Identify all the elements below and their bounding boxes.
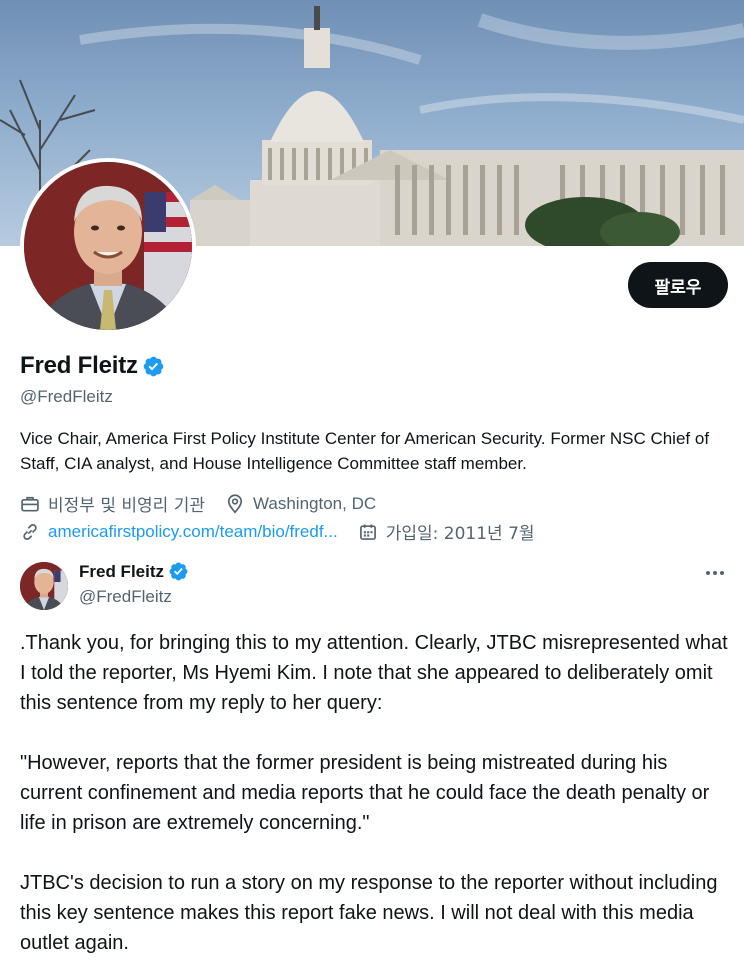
tweet-author-name[interactable]: Fred Fleitz	[79, 562, 164, 582]
verified-badge-icon[interactable]	[142, 355, 165, 378]
profile-category: 비정부 및 비영리 기관	[20, 491, 205, 516]
profile-meta-row-1: 비정부 및 비영리 기관 Washington, DC	[20, 491, 396, 516]
profile-handle: @FredFleitz	[20, 387, 113, 406]
calendar-icon	[359, 524, 376, 540]
profile-location: Washington, DC	[225, 494, 376, 514]
link-icon	[23, 523, 37, 540]
tweet-paragraph: JTBC's decision to run a story on my res…	[20, 872, 718, 954]
tweet-author-avatar[interactable]	[20, 562, 68, 610]
tweet-text: .Thank you, for bringing this to my atte…	[20, 628, 732, 970]
tweet-author-handle[interactable]: @FredFleitz	[79, 587, 172, 607]
profile-name-row: Fred Fleitz	[20, 352, 165, 380]
profile-website-link[interactable]: americafirstpolicy.com/team/bio/fredf...	[48, 522, 338, 542]
profile-avatar[interactable]	[20, 158, 196, 334]
profile-display-name: Fred Fleitz	[20, 352, 138, 379]
profile-meta-row-2: americafirstpolicy.com/team/bio/fredf...…	[20, 519, 555, 544]
tweet-author-name-row[interactable]: Fred Fleitz	[79, 561, 189, 582]
more-dots-icon[interactable]	[700, 563, 730, 583]
tweet-paragraph: "However, reports that the former presid…	[20, 752, 710, 834]
profile-photo	[24, 162, 192, 330]
profile-location-text: Washington, DC	[252, 493, 377, 513]
profile-joined: 가입일: 2011년 7월	[358, 519, 535, 544]
profile-bio: Vice Chair, America First Policy Institu…	[20, 429, 710, 473]
briefcase-icon	[21, 496, 39, 511]
verified-badge-icon[interactable]	[168, 561, 189, 582]
location-pin-icon	[227, 493, 243, 514]
profile-website[interactable]: americafirstpolicy.com/team/bio/fredf...	[20, 522, 338, 542]
follow-button[interactable]: 팔로우	[628, 262, 728, 308]
tweet-paragraph: .Thank you, for bringing this to my atte…	[20, 632, 728, 714]
tweet-author-photo	[20, 562, 68, 610]
profile-category-text: 비정부 및 비영리 기관	[48, 496, 205, 516]
profile-joined-text: 가입일: 2011년 7월	[385, 524, 535, 544]
